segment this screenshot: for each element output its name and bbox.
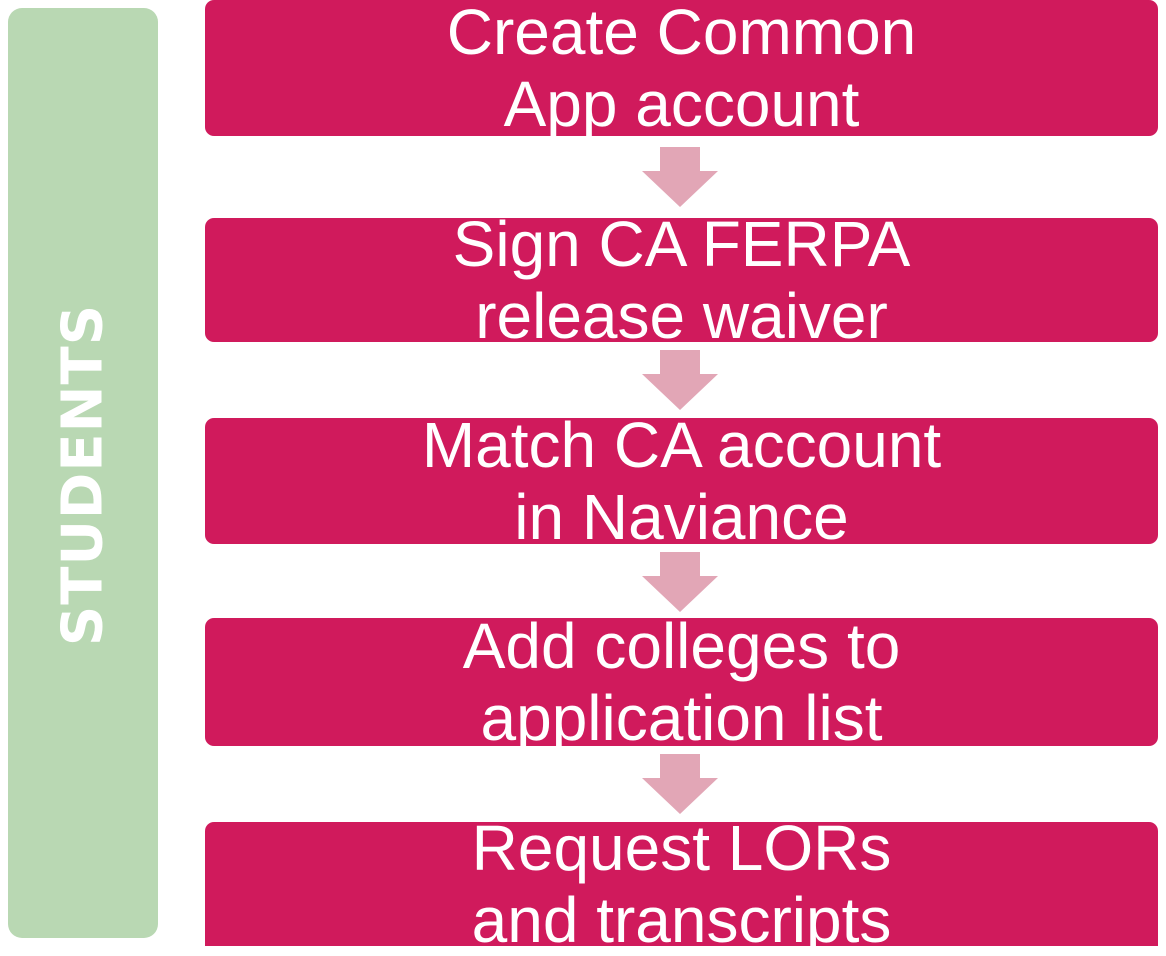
step-create-account-label: Create Common App account — [446, 0, 917, 140]
step-sign-ferpa: Sign CA FERPA release waiver — [205, 208, 1158, 352]
students-label: STUDENTS — [50, 303, 116, 647]
step-add-colleges: Add colleges to application list — [205, 610, 1158, 754]
down-arrow-icon — [642, 147, 718, 207]
step-add-colleges-label: Add colleges to application list — [462, 610, 901, 754]
down-arrow-icon — [642, 754, 718, 814]
step-match-naviance: Match CA account in Naviance — [205, 409, 1158, 553]
down-arrow-icon — [642, 552, 718, 612]
step-request-lors: Request LORs and transcripts — [205, 812, 1158, 956]
down-arrow-icon — [642, 350, 718, 410]
step-sign-ferpa-label: Sign CA FERPA release waiver — [452, 208, 911, 352]
step-match-naviance-label: Match CA account in Naviance — [421, 409, 942, 553]
step-request-lors-label: Request LORs and transcripts — [471, 812, 892, 956]
step-create-account: Create Common App account — [205, 0, 1158, 140]
